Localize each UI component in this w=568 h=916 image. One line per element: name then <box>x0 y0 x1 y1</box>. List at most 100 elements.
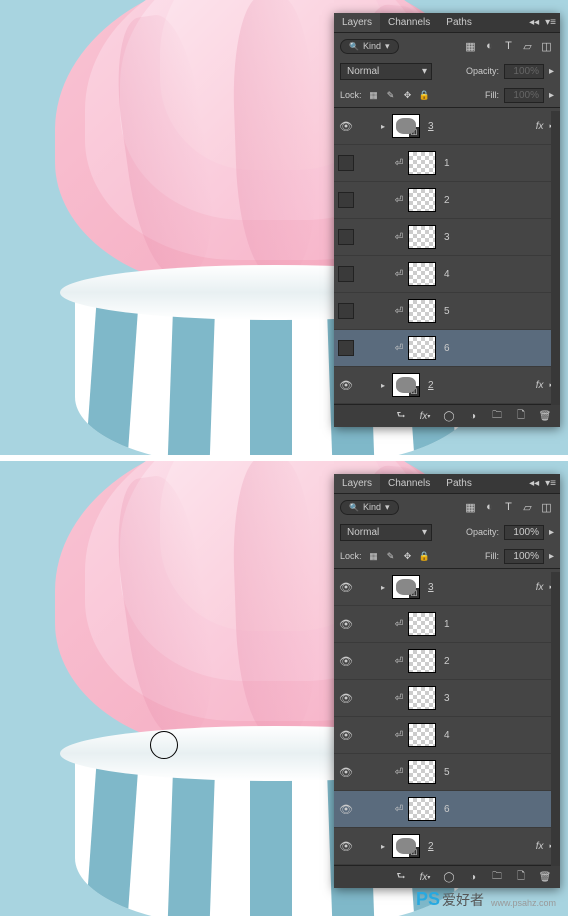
visibility-toggle[interactable] <box>338 340 354 356</box>
layer-row[interactable]: 👁⏎3 <box>334 219 560 256</box>
tab-layers[interactable]: Layers <box>334 13 380 32</box>
visibility-eye-icon[interactable]: 👁 <box>338 801 354 817</box>
filter-type-icon[interactable]: T <box>501 39 516 54</box>
filter-kind-dropdown[interactable]: Kind ▾ <box>340 39 399 54</box>
add-mask-icon[interactable]: ◯ <box>442 409 456 423</box>
filter-pixel-icon[interactable]: ▦ <box>463 500 478 515</box>
layer-thumbnail[interactable] <box>408 723 436 747</box>
fx-indicator[interactable]: fx <box>536 121 546 132</box>
collapse-icon[interactable]: ◂◂ <box>529 478 539 489</box>
link-layers-icon[interactable]: ⮑ <box>394 870 408 884</box>
layer-name[interactable]: 4 <box>440 730 556 741</box>
new-layer-icon[interactable]: 🗋 <box>514 870 528 884</box>
tab-paths[interactable]: Paths <box>438 13 480 32</box>
layer-name[interactable]: 2 <box>424 380 532 391</box>
lock-pixels-icon[interactable]: ✎ <box>384 549 398 563</box>
layer-name[interactable]: 5 <box>440 767 556 778</box>
filter-kind-dropdown[interactable]: Kind ▾ <box>340 500 399 515</box>
fx-menu-icon[interactable]: fx▾ <box>418 870 432 884</box>
lock-all-icon[interactable]: 🔒 <box>418 88 432 102</box>
layer-name[interactable]: 5 <box>440 306 556 317</box>
visibility-toggle[interactable] <box>338 303 354 319</box>
lock-position-icon[interactable]: ✥ <box>401 549 415 563</box>
layer-row[interactable]: 👁⏎2 <box>334 643 560 680</box>
lock-transparent-icon[interactable]: ▦ <box>367 88 381 102</box>
layer-thumbnail[interactable] <box>408 686 436 710</box>
blend-mode-dropdown[interactable]: Normal <box>340 524 432 541</box>
collapse-icon[interactable]: ◂◂ <box>529 17 539 28</box>
layer-row[interactable]: 👁⏎6 <box>334 330 560 367</box>
visibility-eye-icon[interactable]: 👁 <box>338 377 354 393</box>
visibility-eye-icon[interactable]: 👁 <box>338 118 354 134</box>
layer-thumbnail[interactable]: ◫ <box>392 575 420 599</box>
layer-row[interactable]: 👁⏎4 <box>334 256 560 293</box>
visibility-eye-icon[interactable]: 👁 <box>338 579 354 595</box>
group-icon[interactable]: 🗀 <box>490 409 504 423</box>
layer-row[interactable]: 👁▸◫3fx▸ <box>334 108 560 145</box>
visibility-eye-icon[interactable]: 👁 <box>338 653 354 669</box>
visibility-toggle[interactable] <box>338 155 354 171</box>
scrollbar[interactable] <box>551 572 560 866</box>
visibility-eye-icon[interactable]: 👁 <box>338 690 354 706</box>
tab-paths[interactable]: Paths <box>438 474 480 493</box>
layer-name[interactable]: 6 <box>440 804 556 815</box>
layer-thumbnail[interactable] <box>408 151 436 175</box>
disclosure-arrow-icon[interactable]: ▸ <box>378 122 388 131</box>
adjustment-icon[interactable]: ◑ <box>466 409 480 423</box>
layer-name[interactable]: 3 <box>440 232 556 243</box>
new-layer-icon[interactable]: 🗋 <box>514 409 528 423</box>
layer-name[interactable]: 2 <box>440 195 556 206</box>
layer-name[interactable]: 2 <box>440 656 556 667</box>
layer-name[interactable]: 3 <box>440 693 556 704</box>
filter-pixel-icon[interactable]: ▦ <box>463 39 478 54</box>
group-icon[interactable]: 🗀 <box>490 870 504 884</box>
add-mask-icon[interactable]: ◯ <box>442 870 456 884</box>
lock-pixels-icon[interactable]: ✎ <box>384 88 398 102</box>
layer-name[interactable]: 1 <box>440 619 556 630</box>
filter-adjust-icon[interactable]: ◐ <box>482 39 497 54</box>
visibility-eye-icon[interactable]: 👁 <box>338 616 354 632</box>
trash-icon[interactable]: 🗑 <box>538 870 552 884</box>
layer-row[interactable]: 👁⏎3 <box>334 680 560 717</box>
opacity-flyout-icon[interactable]: ▸ <box>549 66 554 77</box>
layer-row[interactable]: 👁⏎1 <box>334 145 560 182</box>
layer-name[interactable]: 6 <box>440 343 556 354</box>
filter-shape-icon[interactable]: ▱ <box>520 39 535 54</box>
layer-thumbnail[interactable] <box>408 262 436 286</box>
layer-row[interactable]: 👁▸◫2fx▸ <box>334 828 560 865</box>
layer-row[interactable]: 👁⏎5 <box>334 754 560 791</box>
layer-row[interactable]: 👁▸◫3fx▸ <box>334 569 560 606</box>
link-layers-icon[interactable]: ⮑ <box>394 409 408 423</box>
fill-flyout-icon[interactable]: ▸ <box>549 90 554 101</box>
lock-position-icon[interactable]: ✥ <box>401 88 415 102</box>
layer-thumbnail[interactable] <box>408 649 436 673</box>
tab-channels[interactable]: Channels <box>380 13 438 32</box>
trash-icon[interactable]: 🗑 <box>538 409 552 423</box>
layer-thumbnail[interactable]: ◫ <box>392 373 420 397</box>
visibility-eye-icon[interactable]: 👁 <box>338 838 354 854</box>
layer-thumbnail[interactable] <box>408 797 436 821</box>
scrollbar[interactable] <box>551 111 560 405</box>
fx-indicator[interactable]: fx <box>536 380 546 391</box>
layer-thumbnail[interactable]: ◫ <box>392 114 420 138</box>
layer-name[interactable]: 3 <box>424 582 532 593</box>
visibility-eye-icon[interactable]: 👁 <box>338 727 354 743</box>
layer-thumbnail[interactable] <box>408 225 436 249</box>
tab-layers[interactable]: Layers <box>334 474 380 493</box>
layer-name[interactable]: 2 <box>424 841 532 852</box>
fill-input[interactable]: 100% <box>504 549 544 564</box>
layer-thumbnail[interactable] <box>408 188 436 212</box>
fill-input[interactable]: 100% <box>504 88 544 103</box>
fx-indicator[interactable]: fx <box>536 841 546 852</box>
layer-thumbnail[interactable] <box>408 760 436 784</box>
layer-name[interactable]: 3 <box>424 121 532 132</box>
visibility-toggle[interactable] <box>338 266 354 282</box>
layer-list[interactable]: 👁▸◫3fx▸👁⏎1👁⏎2👁⏎3👁⏎4👁⏎5👁⏎6👁▸◫2fx▸ <box>334 568 560 866</box>
panel-menu-icon[interactable]: ▾≡ <box>545 478 556 489</box>
layer-row[interactable]: 👁⏎1 <box>334 606 560 643</box>
filter-shape-icon[interactable]: ▱ <box>520 500 535 515</box>
filter-type-icon[interactable]: T <box>501 500 516 515</box>
layer-row[interactable]: 👁⏎5 <box>334 293 560 330</box>
layer-name[interactable]: 1 <box>440 158 556 169</box>
layer-thumbnail[interactable] <box>408 612 436 636</box>
